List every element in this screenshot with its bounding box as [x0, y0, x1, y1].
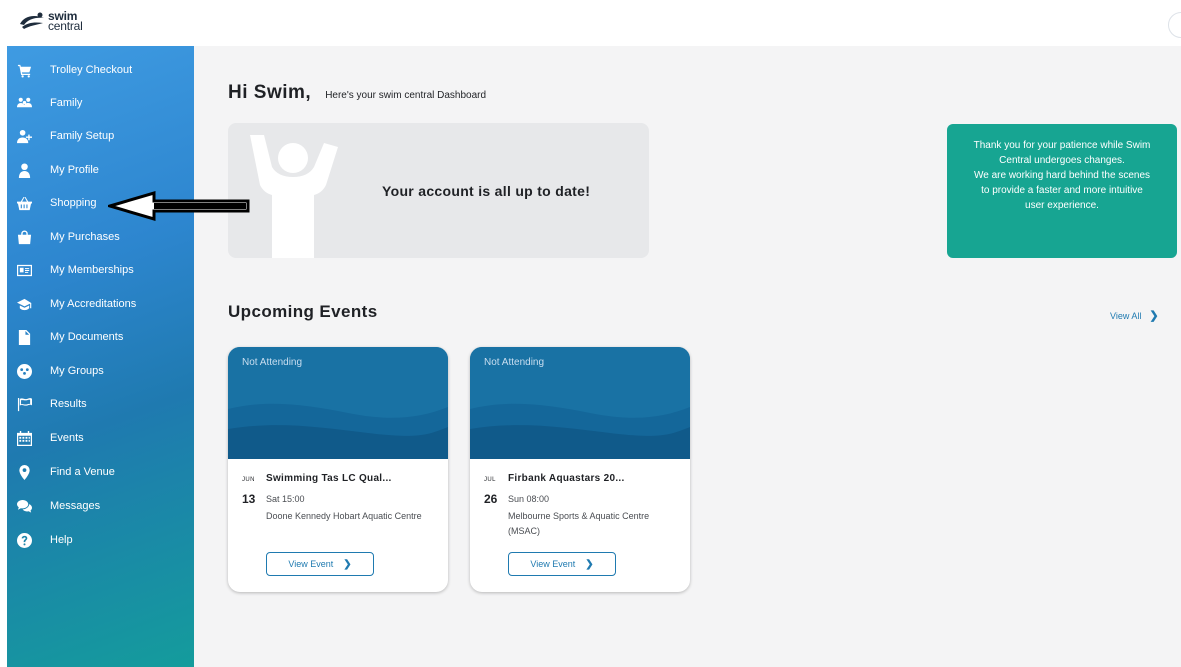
family-icon	[16, 95, 32, 111]
cart-icon	[16, 62, 32, 78]
sidebar-item-help[interactable]: Help	[7, 524, 194, 556]
sidebar-item-my-documents[interactable]: My Documents	[7, 321, 194, 353]
chat-icon	[16, 498, 32, 514]
graduation-cap-icon	[16, 296, 32, 312]
flag-icon	[16, 396, 32, 412]
sidebar-item-my-accreditations[interactable]: My Accreditations	[7, 288, 194, 320]
sidebar-item-label: Trolley Checkout	[50, 64, 133, 76]
top-bar: swim central	[0, 0, 1181, 46]
event-day: 13	[242, 492, 256, 506]
event-time: Sat 15:00	[266, 494, 305, 504]
sidebar-item-label: Family	[50, 97, 83, 109]
event-title: Firbank Aquastars 20...	[508, 473, 625, 484]
logo-line-2: central	[48, 19, 83, 33]
upcoming-events-title: Upcoming Events	[228, 302, 378, 321]
greeting-row: Hi Swim, Here's your swim central Dashbo…	[228, 82, 486, 104]
annotation-arrow-icon	[108, 190, 250, 222]
notice-line: user experience.	[1025, 200, 1099, 211]
sidebar-item-label: Find a Venue	[50, 466, 115, 478]
swim-central-logo[interactable]: swim central	[18, 10, 83, 32]
sidebar-item-family[interactable]: Family	[7, 87, 194, 119]
bag-icon	[16, 229, 32, 245]
user-plus-icon	[16, 128, 32, 144]
sidebar-item-my-purchases[interactable]: My Purchases	[7, 221, 194, 253]
group-icon	[16, 363, 32, 379]
notice-line: to provide a faster and more intuitive	[981, 185, 1143, 196]
sidebar-item-label: My Documents	[50, 331, 124, 343]
person-illustration	[250, 135, 338, 258]
sidebar-item-label: Help	[50, 534, 73, 546]
sidebar-item-my-groups[interactable]: My Groups	[7, 355, 194, 387]
view-event-label: View Event	[288, 559, 334, 569]
attendance-status: Not Attending	[242, 357, 303, 368]
notice-line: We are working hard behind the scenes	[973, 170, 1151, 181]
sidebar-item-events[interactable]: Events	[7, 422, 194, 454]
sidebar-item-label: My Purchases	[50, 231, 120, 243]
event-venue: Doone Kennedy Hobart Aquatic Centre	[266, 511, 422, 521]
event-venue: Melbourne Sports & Aquatic Centre (MSAC)	[508, 511, 650, 536]
swimmer-logo-icon	[20, 12, 44, 29]
notice-banner: Thank you for your patience while Swim C…	[947, 124, 1177, 258]
event-time: Sun 08:00	[508, 494, 550, 504]
map-pin-icon	[16, 464, 32, 480]
greeting-subtitle: Here's your swim central Dashboard	[325, 90, 487, 101]
event-details: JUN Swimming Tas LC Qual... 13 Sat 15:00…	[228, 459, 448, 592]
dashboard-main: Hi Swim, Here's your swim central Dashbo…	[194, 46, 1181, 667]
sidebar-item-find-a-venue[interactable]: Find a Venue	[7, 456, 194, 488]
calendar-icon	[16, 430, 32, 446]
sidebar-item-label: Family Setup	[50, 130, 115, 142]
view-event-label: View Event	[530, 559, 576, 569]
account-status-card: Your account is all up to date!	[228, 123, 649, 258]
event-month: JUL	[484, 477, 496, 483]
event-card[interactable]: Not Attending JUN Swimming Tas LC Qual..…	[228, 347, 448, 592]
view-all-label: View All	[1110, 310, 1142, 321]
document-icon	[16, 329, 32, 345]
logo-text: swim central	[48, 10, 83, 33]
account-status-message: Your account is all up to date!	[382, 183, 591, 199]
sidebar-item-family-setup[interactable]: Family Setup	[7, 120, 194, 152]
user-menu-button[interactable]	[1168, 12, 1181, 38]
sidebar-item-my-memberships[interactable]: My Memberships	[7, 254, 194, 286]
sidebar-item-label: My Memberships	[50, 264, 134, 276]
sidebar: Trolley Checkout Family Family Setup My …	[7, 46, 194, 667]
event-banner: Not Attending	[470, 347, 690, 459]
event-month: JUN	[242, 477, 255, 483]
sidebar-item-label: Results	[50, 398, 87, 410]
view-event-button[interactable]: View Event ❯	[266, 552, 374, 576]
sidebar-item-label: My Accreditations	[50, 298, 137, 310]
chevron-right-icon: ❯	[585, 558, 594, 570]
event-details: JUL Firbank Aquastars 20... 26 Sun 08:00…	[470, 459, 690, 592]
event-title: Swimming Tas LC Qual...	[266, 473, 392, 484]
attendance-status: Not Attending	[484, 357, 545, 368]
sidebar-item-my-profile[interactable]: My Profile	[7, 154, 194, 186]
notice-line: Thank you for your patience while Swim	[973, 140, 1151, 151]
event-day: 26	[484, 492, 498, 506]
help-icon	[16, 532, 32, 548]
sidebar-item-label: My Profile	[50, 164, 99, 176]
event-banner: Not Attending	[228, 347, 448, 459]
user-icon	[16, 162, 32, 178]
id-card-icon	[16, 262, 32, 278]
view-event-button[interactable]: View Event ❯	[508, 552, 616, 576]
view-all-link[interactable]: View All ❯	[1110, 309, 1159, 322]
greeting-title: Hi Swim,	[228, 82, 312, 103]
sidebar-item-messages[interactable]: Messages	[7, 490, 194, 522]
notice-line: Central undergoes changes.	[999, 155, 1125, 166]
chevron-right-icon: ❯	[1149, 310, 1159, 322]
chevron-right-icon: ❯	[343, 558, 352, 570]
basket-icon	[16, 195, 32, 211]
sidebar-item-trolley-checkout[interactable]: Trolley Checkout	[7, 54, 194, 86]
sidebar-item-results[interactable]: Results	[7, 388, 194, 420]
event-card[interactable]: Not Attending JUL Firbank Aquastars 20..…	[470, 347, 690, 592]
sidebar-item-label: My Groups	[50, 365, 104, 377]
sidebar-item-label: Messages	[50, 500, 101, 512]
sidebar-item-label: Shopping	[50, 197, 97, 209]
sidebar-item-label: Events	[50, 432, 84, 444]
